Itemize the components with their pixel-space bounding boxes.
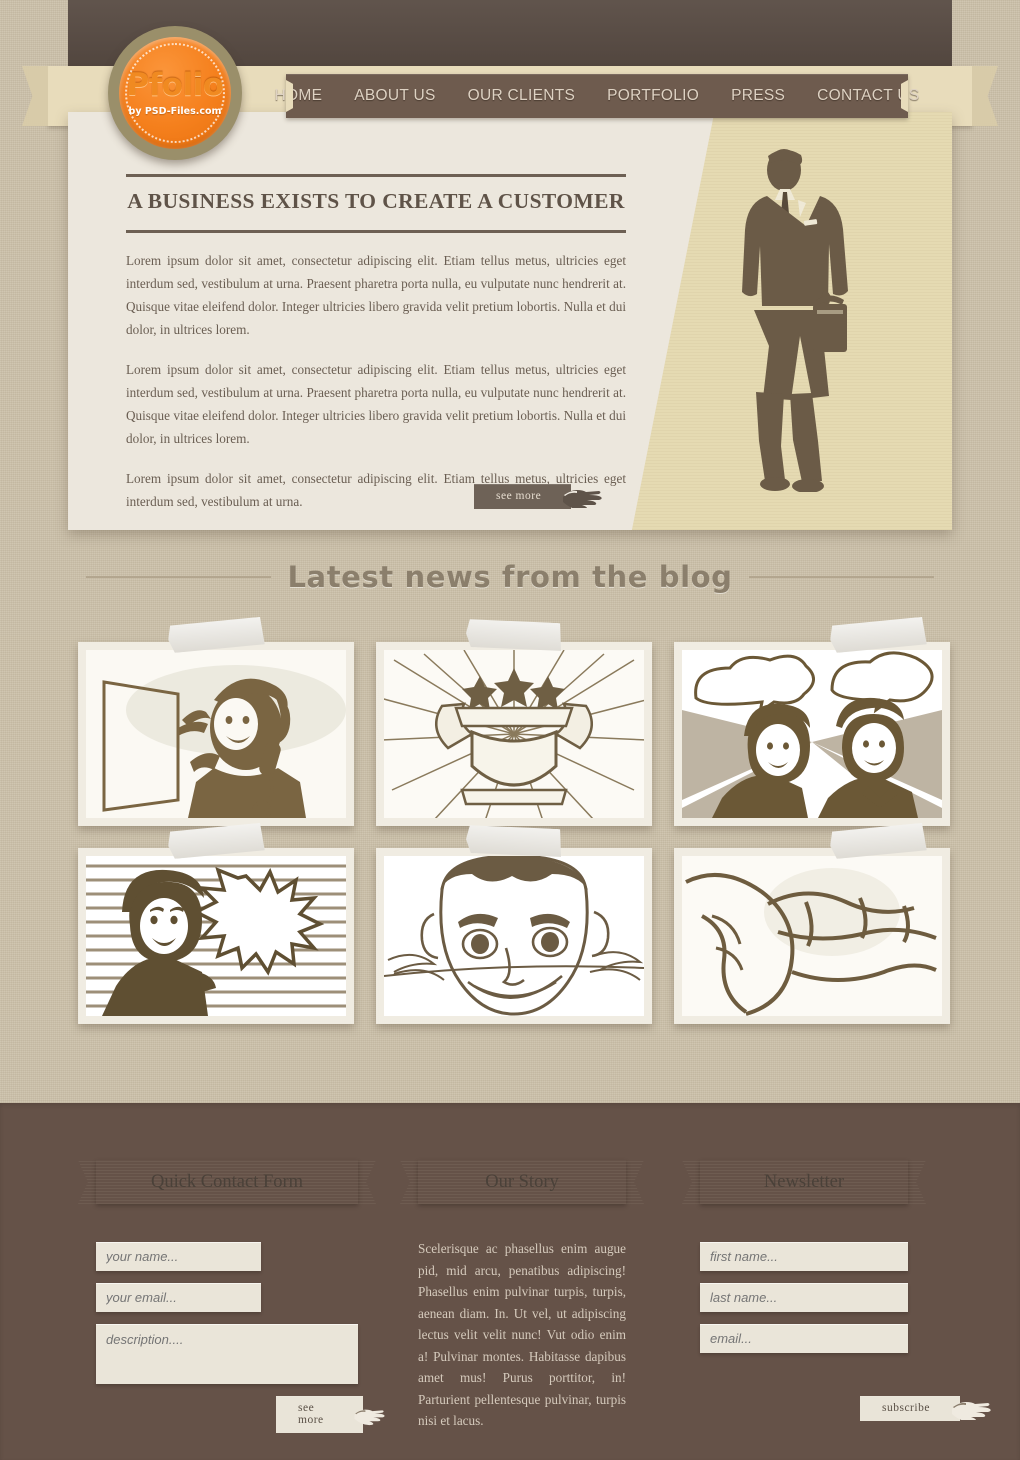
thumbnail-image-woman-on-telephone: [86, 650, 346, 818]
logo-badge[interactable]: Pfolio by PSD-Files.com: [108, 26, 242, 160]
contact-submit-button[interactable]: see more: [276, 1396, 386, 1433]
contact-title: Quick Contact Form: [150, 1171, 304, 1192]
hero-title-rule-top: [126, 174, 626, 177]
gallery-item-3[interactable]: [674, 642, 950, 826]
tape-icon: [465, 617, 563, 654]
nav-list: HOME ABOUT US OUR CLIENTS PORTFOLIO PRES…: [275, 74, 920, 118]
pointing-hand-icon: [354, 1409, 385, 1425]
gallery-item-6[interactable]: [674, 848, 950, 1024]
pointing-hand-icon: [563, 489, 602, 508]
blog-thumbnail-gallery: [78, 642, 950, 1024]
blog-heading-row: Latest news from the blog: [0, 560, 1020, 594]
hero-see-more-label[interactable]: see more: [474, 484, 572, 509]
hero-section: A BUSINESS EXISTS TO CREATE A CUSTOMER L…: [68, 112, 952, 530]
contact-description-input[interactable]: [96, 1324, 358, 1384]
tape-icon: [167, 617, 265, 654]
gallery-item-2[interactable]: [376, 642, 652, 826]
tape-icon: [167, 823, 265, 860]
blog-rule-left: [86, 576, 272, 578]
hero-title: A BUSINESS EXISTS TO CREATE A CUSTOMER: [127, 189, 625, 213]
contact-submit-label[interactable]: see more: [276, 1396, 364, 1433]
tape-icon: [829, 617, 927, 654]
nav-item-our-clients[interactable]: OUR CLIENTS: [452, 87, 592, 105]
newsletter-subscribe-button[interactable]: subscribe: [860, 1396, 992, 1421]
thumbnail-image-pop-art-couple: [682, 650, 942, 818]
main-navigation: HOME ABOUT US OUR CLIENTS PORTFOLIO PRES…: [275, 74, 920, 118]
nav-item-press[interactable]: PRESS: [715, 87, 801, 105]
newsletter-email-input[interactable]: [700, 1324, 908, 1353]
hero-text-block: A BUSINESS EXISTS TO CREATE A CUSTOMER L…: [126, 174, 626, 514]
thumbnail-image-woman-starburst-bubble: [86, 856, 346, 1016]
nav-item-contact-us[interactable]: CONTACT US: [801, 87, 935, 105]
nav-item-home[interactable]: HOME: [259, 87, 339, 105]
nav-item-portfolio[interactable]: PORTFOLIO: [591, 87, 715, 105]
gallery-item-1[interactable]: [78, 642, 354, 826]
hero-paragraph-1: Lorem ipsum dolor sit amet, consectetur …: [126, 253, 626, 337]
story-title: Our Story: [485, 1171, 559, 1192]
businessman-illustration-icon: [742, 149, 848, 492]
hero-paragraph-2: Lorem ipsum dolor sit amet, consectetur …: [126, 361, 626, 446]
footer-column-story: Our Story Scelerisque ac phasellus enim …: [418, 1160, 626, 1432]
newsletter-last-name-input[interactable]: [700, 1283, 908, 1312]
logo-badge-inner: Pfolio by PSD-Files.com: [119, 37, 231, 149]
newsletter-first-name-input[interactable]: [700, 1242, 908, 1271]
thumbnail-image-flexing-arm-muscle: [682, 856, 942, 1016]
story-ribbon-header: Our Story: [418, 1160, 626, 1204]
newsletter-ribbon-header: Newsletter: [700, 1160, 908, 1204]
contact-email-input[interactable]: [96, 1283, 261, 1312]
thumbnail-image-smiling-man-closeup: [384, 856, 644, 1016]
nav-item-about-us[interactable]: ABOUT US: [338, 87, 451, 105]
gallery-item-5[interactable]: [376, 848, 652, 1024]
logo-wordmark: Pfolio: [126, 66, 224, 103]
gallery-item-4[interactable]: [78, 848, 354, 1024]
newsletter-title: Newsletter: [763, 1171, 845, 1192]
thumbnail-image-heraldic-crest: [384, 650, 644, 818]
contact-ribbon-header: Quick Contact Form: [96, 1160, 358, 1204]
newsletter-subscribe-label[interactable]: subscribe: [860, 1396, 960, 1421]
tape-icon: [829, 823, 927, 860]
blog-heading: Latest news from the blog: [287, 560, 733, 594]
logo-tagline: by PSD-Files.com: [128, 105, 222, 117]
hero-image-panel: [631, 112, 952, 530]
footer-column-contact: Quick Contact Form see more: [96, 1160, 385, 1433]
story-text: Scelerisque ac phasellus enim augue pid,…: [418, 1241, 626, 1429]
footer-column-newsletter: Newsletter subscribe: [700, 1160, 991, 1421]
hero-see-more-button[interactable]: see more: [474, 484, 603, 509]
contact-name-input[interactable]: [96, 1242, 261, 1271]
pointing-hand-icon: [951, 1401, 991, 1420]
tape-icon: [465, 823, 563, 860]
blog-rule-right: [748, 576, 934, 578]
hero-title-rule-bottom: [126, 230, 626, 233]
